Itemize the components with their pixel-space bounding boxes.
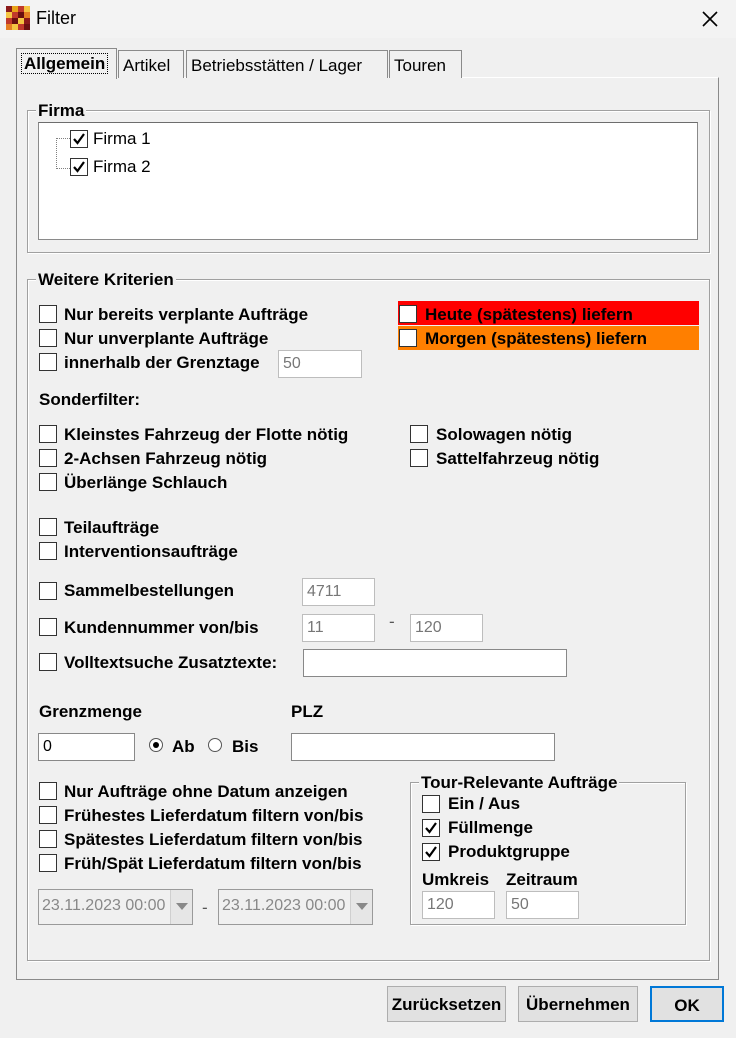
zeitraum-label: Zeitraum (506, 870, 578, 889)
fruehestes-checkbox[interactable] (39, 806, 57, 824)
checkmark-icon (73, 161, 85, 173)
datum-von-value: 23.11.2023 00:00 (42, 897, 166, 914)
title-bar (0, 0, 736, 38)
chevron-down-icon (356, 903, 368, 910)
sonderfilter-heading: Sonderfilter: (39, 390, 141, 409)
datum-bis-dropdown[interactable] (350, 890, 372, 924)
checkmark-icon (73, 133, 85, 145)
fruehestes-label: Frühestes Lieferdatum filtern von/bis (64, 806, 364, 825)
apply-button[interactable]: Übernehmen (518, 986, 638, 1022)
achsen-label: 2-Achsen Fahrzeug nötig (64, 449, 268, 468)
sammel-checkbox[interactable] (39, 582, 57, 600)
kunden-checkbox[interactable] (39, 618, 57, 636)
solowagen-label: Solowagen nötig (436, 425, 572, 444)
tab-artikel[interactable]: Artikel (118, 50, 184, 78)
umkreis-label: Umkreis (422, 870, 490, 889)
bis-label: Bis (232, 737, 259, 756)
checkmark-icon (425, 846, 437, 858)
datum-von-combo[interactable]: 23.11.2023 00:00 (38, 889, 193, 925)
umkreis-input[interactable]: 120 (422, 891, 495, 919)
ab-label: Ab (172, 737, 195, 756)
ueberlaenge-label: Überlänge Schlauch (64, 473, 228, 492)
tree-line (56, 138, 57, 169)
zeitraum-input[interactable]: 50 (506, 891, 579, 919)
solowagen-checkbox[interactable] (410, 425, 428, 443)
kleinstes-label: Kleinstes Fahrzeug der Flotte nötig (64, 425, 349, 444)
morgen-label: Morgen (spätestens) liefern (425, 329, 647, 348)
kunden-bis-input[interactable]: 120 (410, 614, 483, 642)
heute-label: Heute (spätestens) liefern (425, 305, 633, 324)
sattel-checkbox[interactable] (410, 449, 428, 467)
kunden-label: Kundennummer von/bis (64, 618, 259, 637)
nur-unverplant-label: Nur unverplante Aufträge (64, 329, 269, 348)
intervention-label: Interventionsaufträge (64, 542, 238, 561)
kunden-dash: - (389, 612, 395, 631)
produktgruppe-label: Produktgruppe (448, 842, 570, 861)
grenztage-label: innerhalb der Grenztage (64, 353, 260, 372)
window-title: Filter (36, 8, 76, 28)
achsen-checkbox[interactable] (39, 449, 57, 467)
tab-betriebsstaetten[interactable]: Betriebsstätten / Lager (186, 50, 388, 78)
grenzmenge-label: Grenzmenge (39, 702, 142, 721)
produktgruppe-checkbox[interactable] (422, 843, 440, 861)
morgen-checkbox[interactable] (399, 329, 417, 347)
intervention-checkbox[interactable] (39, 542, 57, 560)
teilauftraege-checkbox[interactable] (39, 518, 57, 536)
ohne-datum-checkbox[interactable] (39, 782, 57, 800)
fuellmenge-label: Füllmenge (448, 818, 534, 837)
ueberlaenge-checkbox[interactable] (39, 473, 57, 491)
firma-2-checkbox[interactable] (70, 158, 88, 176)
tab-touren[interactable]: Touren (389, 50, 462, 78)
datum-bis-combo[interactable]: 23.11.2023 00:00 (218, 889, 373, 925)
tab-allgemein[interactable]: Allgemein (16, 48, 117, 79)
volltext-checkbox[interactable] (39, 653, 57, 671)
plz-label: PLZ (291, 702, 324, 721)
app-icon (6, 6, 30, 30)
ohne-datum-label: Nur Aufträge ohne Datum anzeigen (64, 782, 348, 801)
close-button[interactable] (688, 2, 732, 36)
spaetestes-label: Spätestes Lieferdatum filtern von/bis (64, 830, 363, 849)
plz-input[interactable] (291, 733, 555, 761)
firma-1-label: Firma 1 (93, 129, 151, 148)
nur-unverplant-checkbox[interactable] (39, 329, 57, 347)
frueh-spaet-label: Früh/Spät Lieferdatum filtern von/bis (64, 854, 362, 873)
ok-button[interactable]: OK (650, 986, 724, 1022)
grenzmenge-input[interactable]: 0 (38, 733, 135, 761)
tour-legend: Tour-Relevante Aufträge (419, 773, 620, 793)
tree-line (56, 138, 70, 139)
nur-verplant-checkbox[interactable] (39, 305, 57, 323)
grenztage-input[interactable]: 50 (278, 350, 362, 378)
tree-line (56, 168, 70, 169)
volltext-input[interactable] (303, 649, 567, 677)
datum-dash: - (202, 898, 208, 917)
nur-verplant-label: Nur bereits verplante Aufträge (64, 305, 309, 324)
volltext-label: Volltextsuche Zusatztexte: (64, 653, 278, 672)
firma-1-checkbox[interactable] (70, 130, 88, 148)
kriterien-legend: Weitere Kriterien (36, 270, 176, 290)
frueh-spaet-checkbox[interactable] (39, 854, 57, 872)
heute-checkbox[interactable] (399, 305, 417, 323)
ein-aus-label: Ein / Aus (448, 794, 521, 813)
datum-von-dropdown[interactable] (170, 890, 192, 924)
spaetestes-checkbox[interactable] (39, 830, 57, 848)
bis-radio[interactable] (208, 738, 222, 752)
kunden-von-input[interactable]: 11 (302, 614, 375, 642)
sammel-label: Sammelbestellungen (64, 581, 235, 600)
checkmark-icon (425, 822, 437, 834)
teilauftraege-label: Teilaufträge (64, 518, 160, 537)
kleinstes-checkbox[interactable] (39, 425, 57, 443)
grenztage-checkbox[interactable] (39, 353, 57, 371)
firma-legend: Firma (36, 101, 87, 121)
close-icon (702, 11, 718, 27)
sattel-label: Sattelfahrzeug nötig (436, 449, 600, 468)
sammel-input[interactable]: 4711 (302, 578, 375, 606)
ab-radio[interactable] (149, 738, 163, 752)
ein-aus-checkbox[interactable] (422, 795, 440, 813)
chevron-down-icon (176, 903, 188, 910)
reset-button[interactable]: Zurücksetzen (387, 986, 506, 1022)
firma-2-label: Firma 2 (93, 157, 151, 176)
datum-bis-value: 23.11.2023 00:00 (222, 897, 346, 914)
fuellmenge-checkbox[interactable] (422, 819, 440, 837)
